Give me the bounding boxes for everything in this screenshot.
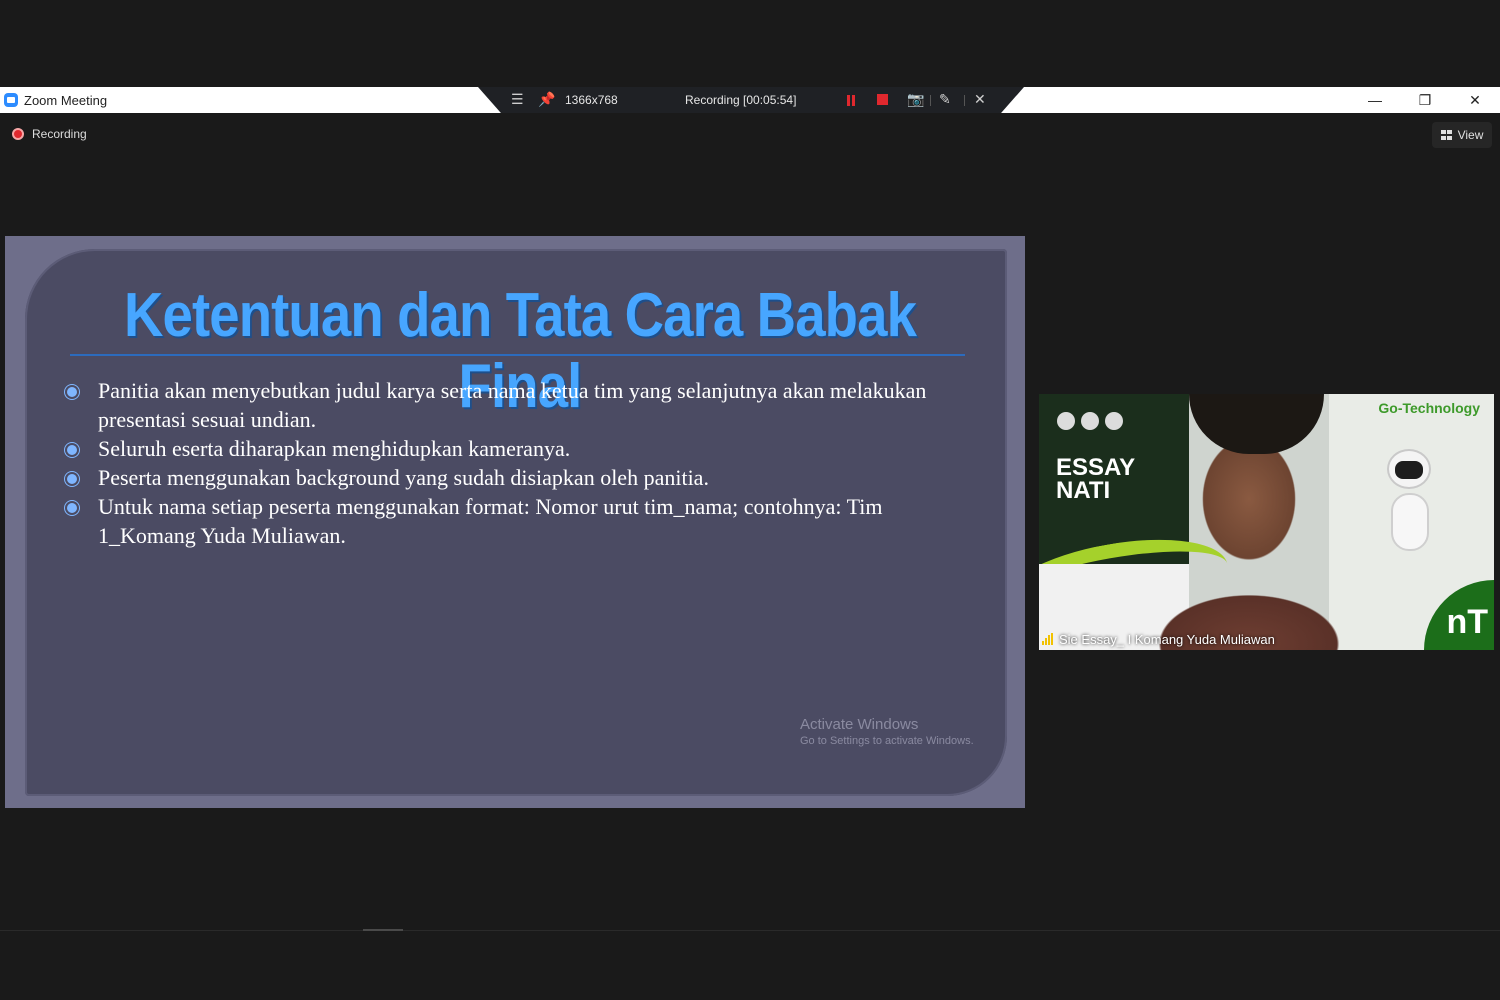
windows-activation-watermark: Activate Windows Go to Settings to activ… (800, 716, 974, 747)
recording-status: Recording [00:05:54] (685, 93, 797, 107)
recording-indicator[interactable]: Recording (12, 127, 87, 141)
watermark-subtitle: Go to Settings to activate Windows. (800, 735, 974, 747)
minimize-button[interactable]: — (1350, 87, 1400, 113)
pin-icon[interactable]: 📌 (538, 91, 555, 108)
pause-icon[interactable] (846, 95, 856, 106)
recording-label: Recording (32, 127, 87, 141)
toolbar-divider (964, 95, 965, 106)
background-corner-logo: nT (1424, 580, 1494, 650)
menu-icon[interactable]: ☰ (511, 91, 524, 108)
close-window-button[interactable]: ✕ (1450, 87, 1500, 113)
participant-name: Sie Essay_ I Komang Yuda Muliawan (1059, 631, 1275, 647)
slide-bullet-list: Panitia akan menyebutkan judul karya ser… (65, 376, 945, 550)
watermark-title: Activate Windows (800, 716, 919, 733)
list-item: Peserta menggunakan background yang suda… (65, 463, 945, 492)
bullet-text: Untuk nama setiap peserta menggunakan fo… (98, 494, 883, 548)
participant-namebar: Sie Essay_ I Komang Yuda Muliawan (1039, 628, 1275, 650)
bottom-scroll-indicator (363, 929, 403, 931)
bottom-divider (0, 930, 1500, 931)
recording-toolbar: ☰ 📌 1366x768 Recording [00:05:54] 📷 ✎ ✕ (478, 87, 1024, 113)
list-item: Panitia akan menyebutkan judul karya ser… (65, 376, 945, 434)
bullet-icon (67, 503, 77, 513)
resolution-label[interactable]: 1366x768 (565, 93, 618, 107)
camera-icon[interactable]: 📷 (907, 91, 924, 108)
bullet-text: Panitia akan menyebutkan judul karya ser… (98, 378, 927, 432)
title-divider (70, 354, 965, 356)
restore-button[interactable]: ❐ (1400, 87, 1450, 113)
bullet-icon (67, 387, 77, 397)
pen-icon[interactable]: ✎ (939, 91, 951, 108)
window-title: Zoom Meeting (24, 92, 108, 108)
bullet-text: Peserta menggunakan background yang suda… (98, 465, 709, 490)
toolbar-divider (930, 95, 931, 106)
background-brand: Go-Technology (1378, 400, 1480, 416)
list-item: Seluruh eserta diharapkan menghidupkan k… (65, 434, 945, 463)
background-essay-text: ESSAY NATI (1056, 454, 1136, 504)
bullet-icon (67, 474, 77, 484)
signal-strength-icon (1042, 633, 1054, 645)
robot-mascot-icon (1379, 439, 1439, 569)
bullet-text: Seluruh eserta diharapkan menghidupkan k… (98, 436, 571, 461)
stop-icon[interactable] (877, 94, 888, 105)
view-label: View (1457, 128, 1484, 142)
window-title-group: Zoom Meeting (0, 87, 107, 113)
close-icon[interactable]: ✕ (974, 91, 986, 108)
grid-view-icon (1440, 130, 1452, 140)
window-titlebar: Zoom Meeting ☰ 📌 1366x768 Recording [00:… (0, 87, 1500, 113)
record-dot-icon (12, 128, 24, 140)
bullet-icon (67, 445, 77, 455)
view-button[interactable]: View (1432, 122, 1492, 148)
shared-screen: Ketentuan dan Tata Cara Babak Final Pani… (5, 236, 1025, 808)
background-logos (1057, 412, 1129, 430)
participant-video-tile[interactable]: ESSAY NATI Go-Technology nT Sie Essay_ I … (1039, 394, 1494, 650)
window-controls: — ❐ ✕ (1350, 87, 1500, 113)
list-item: Untuk nama setiap peserta menggunakan fo… (65, 492, 945, 550)
zoom-logo-icon (4, 93, 18, 107)
